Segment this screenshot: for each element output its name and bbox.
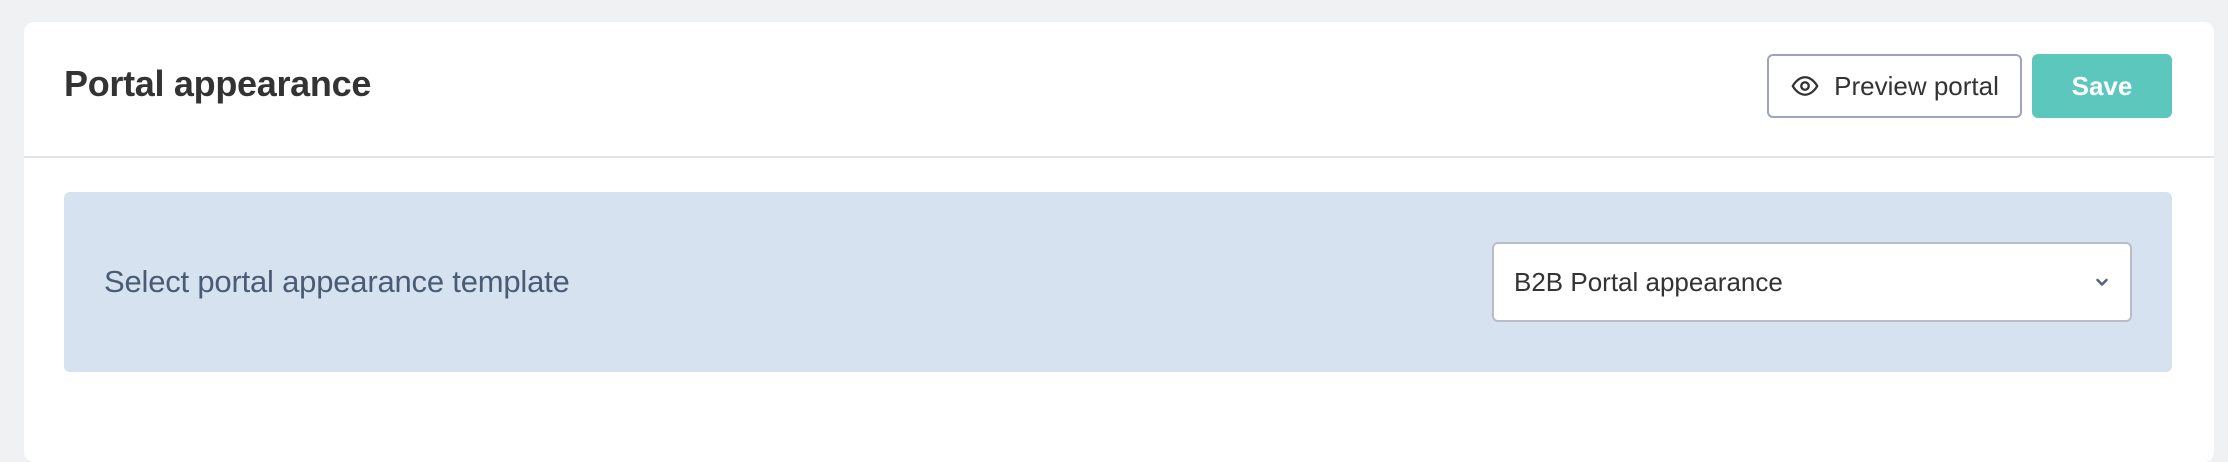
- page-title: Portal appearance: [64, 63, 372, 104]
- eye-icon: [1790, 71, 1820, 101]
- card-header: Portal appearance Preview portal Save: [24, 22, 2214, 158]
- template-dropdown[interactable]: B2B Portal appearance: [1492, 242, 2132, 322]
- chevron-down-icon: [2092, 272, 2112, 292]
- preview-portal-button[interactable]: Preview portal: [1767, 54, 2022, 118]
- save-button[interactable]: Save: [2032, 54, 2172, 118]
- template-select-label: Select portal appearance template: [104, 264, 570, 299]
- template-selection-panel: Select portal appearance template B2B Po…: [64, 192, 2172, 372]
- preview-portal-label: Preview portal: [1834, 70, 1999, 101]
- portal-appearance-card: Portal appearance Preview portal Save Se…: [24, 22, 2214, 462]
- template-dropdown-value: B2B Portal appearance: [1514, 266, 1783, 297]
